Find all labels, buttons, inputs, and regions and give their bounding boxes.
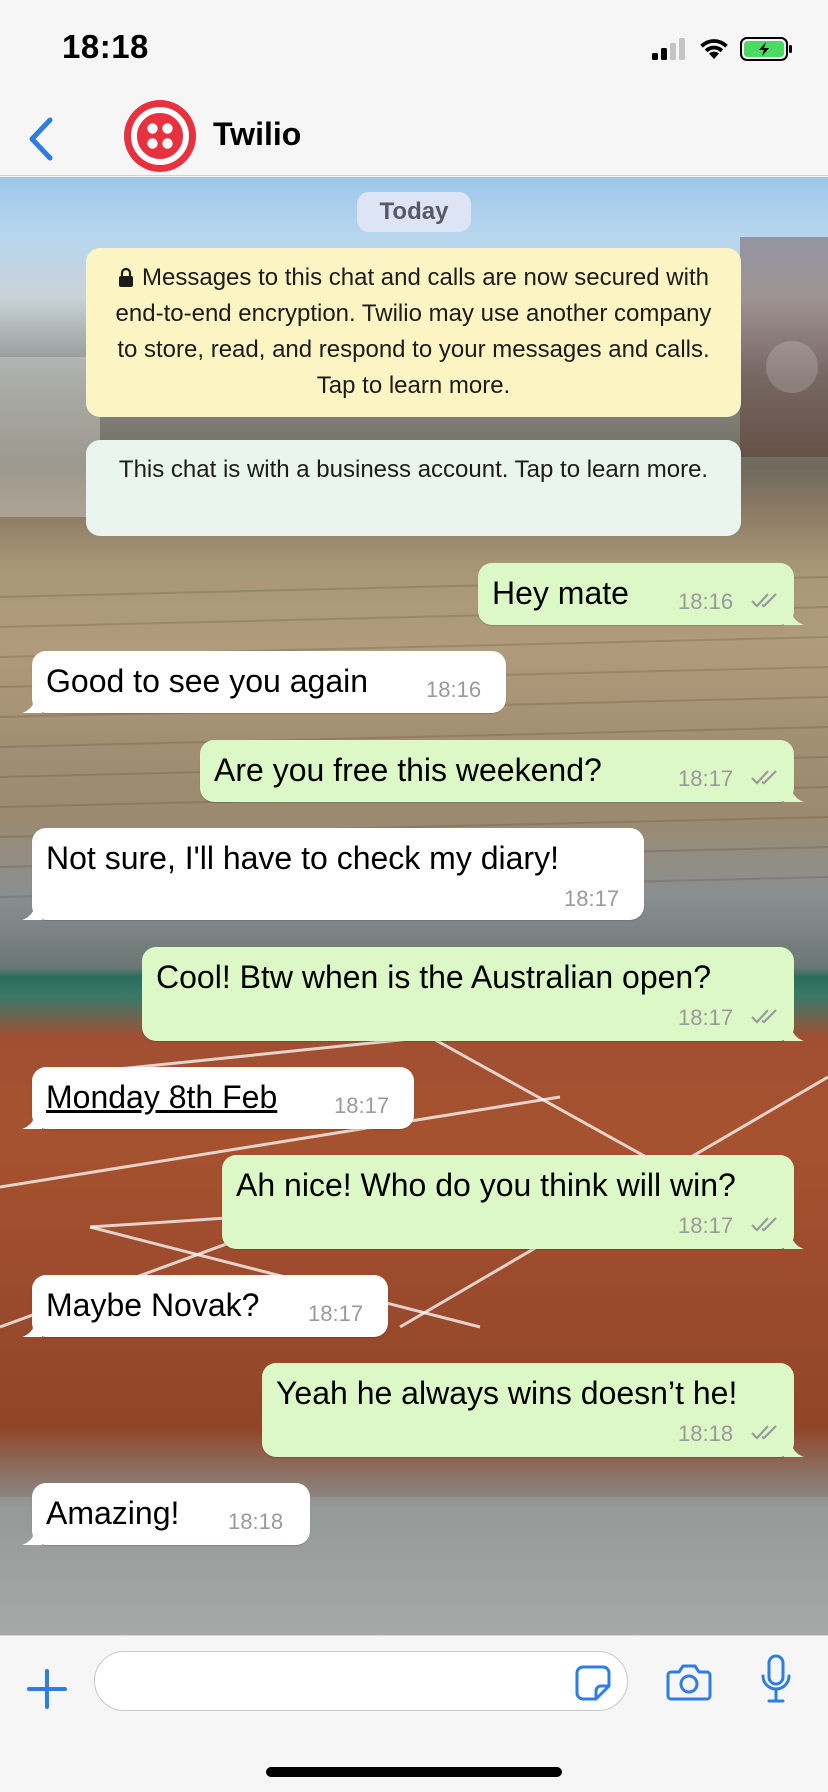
back-button[interactable] — [22, 108, 62, 168]
signal-icon — [652, 38, 685, 60]
bubble-tail — [784, 784, 804, 802]
message-bubble-outgoing[interactable]: Ah nice! Who do you think will win? 18:1… — [222, 1155, 804, 1249]
message-bubble-incoming[interactable]: Amazing! 18:18 — [22, 1483, 310, 1545]
date-divider: Today — [357, 192, 471, 232]
message-bubble-outgoing[interactable]: Hey mate 18:16 — [478, 563, 804, 625]
message-time: 18:17 — [678, 1005, 734, 1030]
encryption-notice[interactable]: Messages to this chat and calls are now … — [86, 248, 741, 417]
bubble-tail — [784, 1231, 804, 1249]
bubble-tail — [784, 607, 804, 625]
message-text: Cool! Btw when is the Australian open? — [156, 959, 711, 995]
message-time: 18:18 — [228, 1509, 284, 1534]
back-chevron-icon — [29, 117, 53, 161]
message-time: 18:17 — [564, 886, 620, 911]
double-check-icon — [751, 770, 777, 785]
message-bubble-outgoing[interactable]: Cool! Btw when is the Australian open? 1… — [142, 947, 804, 1041]
message-input-bar — [0, 1635, 828, 1792]
message-date-link[interactable]: Monday 8th Feb — [46, 1079, 277, 1116]
sticker-button[interactable] — [574, 1664, 612, 1702]
message-text: Not sure, I'll have to check my diary! — [46, 840, 559, 876]
message-time: 18:17 — [678, 1213, 734, 1238]
battery-icon — [740, 37, 792, 61]
message-time: 18:17 — [334, 1093, 390, 1118]
double-check-icon — [751, 593, 777, 608]
message-text: Hey mate — [492, 575, 629, 611]
attach-button[interactable] — [26, 1668, 68, 1710]
chat-header: Twilio — [0, 100, 828, 176]
message-time: 18:17 — [308, 1301, 364, 1326]
message-text: Are you free this weekend? — [214, 752, 602, 788]
message-bubble-incoming[interactable]: Maybe Novak? 18:17 — [22, 1275, 388, 1337]
message-text: Ah nice! Who do you think will win? — [236, 1167, 736, 1203]
bubble-tail — [784, 1439, 804, 1457]
message-text: Yeah he always wins doesn’t he! — [276, 1375, 738, 1411]
double-check-icon — [751, 1009, 777, 1024]
message-time: 18:16 — [678, 589, 734, 614]
bubble-tail — [784, 1023, 804, 1041]
message-bubble-incoming[interactable]: Monday 8th Feb 18:17 — [22, 1067, 414, 1129]
status-icons — [652, 34, 794, 64]
camera-icon — [666, 1664, 712, 1701]
encryption-notice-text: Messages to this chat and calls are now … — [115, 264, 712, 399]
lock-icon — [119, 267, 134, 287]
bubble-tail — [22, 902, 42, 920]
twilio-logo-icon — [131, 107, 189, 165]
message-time: 18:16 — [426, 677, 482, 702]
message-input[interactable] — [94, 1651, 628, 1711]
message-time: 18:17 — [678, 766, 734, 791]
chat-area[interactable]: Today Messages to this chat and calls ar… — [0, 177, 828, 1635]
message-text: Amazing! — [46, 1495, 180, 1531]
microphone-icon — [761, 1654, 791, 1703]
camera-button[interactable] — [666, 1662, 712, 1702]
bubble-tail — [22, 1111, 42, 1129]
message-bubble-incoming[interactable]: Not sure, I'll have to check my diary! 1… — [22, 828, 644, 920]
contact-avatar[interactable] — [124, 100, 196, 172]
sticker-icon — [575, 1665, 611, 1701]
wifi-icon — [700, 39, 728, 59]
double-check-icon — [751, 1425, 777, 1440]
message-text: Good to see you again — [46, 663, 369, 699]
message-bubble-outgoing[interactable]: Are you free this weekend? 18:17 — [200, 740, 804, 802]
bubble-tail — [22, 695, 42, 713]
message-bubble-incoming[interactable]: Good to see you again 18:16 — [22, 651, 506, 713]
home-indicator[interactable] — [266, 1767, 562, 1777]
bubble-tail — [22, 1527, 42, 1545]
message-time: 18:18 — [678, 1421, 734, 1446]
voice-message-button[interactable] — [760, 1654, 792, 1706]
contact-name[interactable]: Twilio — [213, 116, 301, 153]
status-time: 18:18 — [62, 28, 149, 65]
message-bubble-outgoing[interactable]: Yeah he always wins doesn’t he! 18:18 — [262, 1363, 804, 1457]
business-notice-text: This chat is with a business account. Ta… — [118, 456, 709, 483]
plus-icon — [27, 1669, 67, 1709]
message-text: Maybe Novak? — [46, 1287, 260, 1323]
status-bar: 18:18 — [0, 0, 828, 100]
double-check-icon — [751, 1217, 777, 1232]
bubble-tail — [22, 1319, 42, 1337]
business-account-notice[interactable]: This chat is with a business account. Ta… — [86, 440, 741, 536]
